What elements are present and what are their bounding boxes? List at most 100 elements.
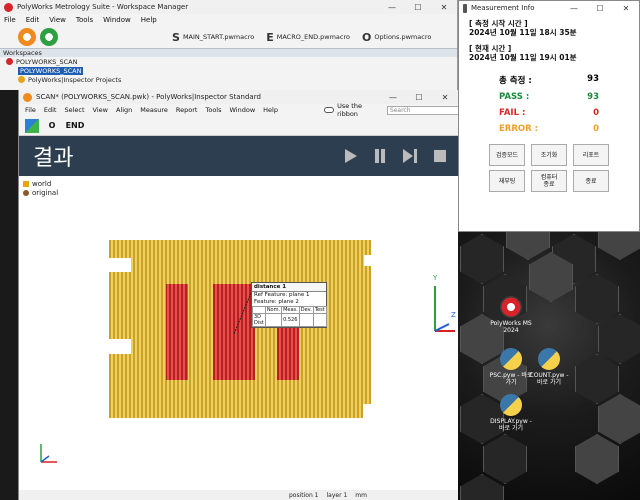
stat-label: FAIL :	[499, 108, 526, 118]
macro-end-button[interactable]: END	[65, 119, 85, 133]
macro-options-button[interactable]: O Options.pwmacro	[362, 31, 431, 44]
table-cell	[264, 313, 283, 327]
menu-tools[interactable]: Tools	[205, 106, 221, 114]
menu-view[interactable]: View	[93, 106, 108, 114]
tooltip-feature: Feature: plane 2	[254, 299, 299, 305]
minimize-icon[interactable]: —	[380, 93, 406, 102]
desktop-icon-label: COUNT.pyw - 바로 가기	[529, 372, 569, 386]
maximize-icon[interactable]: ☐	[587, 4, 613, 13]
close-icon[interactable]: ✕	[613, 4, 639, 13]
inspector-window: SCAN* (POLYWORKS_SCAN.pwk) - PolyWorks|I…	[18, 90, 461, 500]
mi-title: Measurement Info	[471, 4, 535, 12]
exit-button[interactable]: 종료	[573, 170, 609, 192]
python-icon	[500, 348, 522, 370]
mini-axis-triad	[40, 444, 57, 463]
wm-titlebar: PolyWorks Metrology Suite - Workspace Ma…	[0, 0, 457, 14]
search-input[interactable]: Search	[386, 105, 461, 115]
menu-measure[interactable]: Measure	[140, 106, 168, 114]
status-units[interactable]: mm	[355, 492, 367, 499]
stop-icon[interactable]	[432, 148, 448, 164]
menu-view[interactable]: View	[49, 16, 66, 24]
desktop-icon-display[interactable]: DISPLAY.pyw - 바로 가기	[488, 394, 534, 432]
wm-title: PolyWorks Metrology Suite - Workspace Ma…	[17, 3, 189, 11]
shutdown-button[interactable]: 컴퓨터 종료	[531, 170, 567, 192]
menu-select[interactable]: Select	[64, 106, 84, 114]
maximize-icon[interactable]: ☐	[405, 3, 431, 12]
stat-total: 총 측정 : 93	[469, 74, 629, 86]
banner-title: 결과	[33, 146, 74, 171]
table-cell	[312, 313, 327, 327]
desktop-icon-polyworks[interactable]: PolyWorks MS 2024	[488, 296, 534, 334]
scan-red-region	[213, 284, 255, 380]
menu-window[interactable]: Window	[230, 106, 256, 114]
tree-item-label: PolyWorks|Inspector Projects	[28, 75, 122, 84]
status-position[interactable]: position 1	[289, 492, 319, 499]
stat-fail: FAIL : 0	[469, 108, 629, 118]
menu-help[interactable]: Help	[141, 16, 157, 24]
workspaces-panel-header: Workspaces	[0, 48, 457, 57]
stat-pass: PASS : 93	[469, 92, 629, 102]
minimize-icon[interactable]: —	[561, 4, 587, 13]
menu-window[interactable]: Window	[103, 16, 131, 24]
close-icon[interactable]: ✕	[431, 3, 457, 12]
stat-label: 총 측정 :	[499, 76, 532, 86]
current-time-label: [ 현재 시간 ]	[469, 44, 512, 53]
table-header	[252, 306, 266, 314]
python-icon	[500, 394, 522, 416]
play-icon[interactable]	[342, 148, 358, 164]
modeler-launch-icon[interactable]	[40, 28, 58, 46]
table-cell: 0.526	[281, 313, 300, 327]
pause-icon[interactable]	[372, 148, 388, 164]
result-banner: 결과	[19, 136, 458, 176]
status-layer[interactable]: layer 1	[327, 492, 348, 499]
ribbon-toggle[interactable]	[323, 107, 335, 113]
mi-titlebar: Measurement Info — ☐ ✕	[459, 1, 639, 15]
inspector-statusbar: position 1 layer 1 mm	[19, 490, 459, 500]
start-time-label: [ 측정 시작 시간 ]	[469, 19, 528, 28]
inspector-title: SCAN* (POLYWORKS_SCAN.pwk) - PolyWorks|I…	[36, 93, 261, 101]
menu-report[interactable]: Report	[176, 106, 198, 114]
inspector-launch-icon[interactable]	[18, 28, 36, 46]
current-time-value: 2024년 10월 11일 19시 01분	[469, 53, 577, 62]
menu-tools[interactable]: Tools	[76, 16, 93, 24]
reset-button[interactable]: 조기화	[531, 144, 567, 166]
mi-button-grid: 검증모드 조기화 리포트 재부팅 컴퓨터 종료 종료	[469, 144, 629, 192]
step-forward-icon[interactable]	[402, 148, 418, 164]
maximize-icon[interactable]: ☐	[406, 93, 432, 102]
desktop-icon-label: DISPLAY.pyw - 바로 가기	[490, 418, 532, 432]
macro-end-button[interactable]: E MACRO_END.pwmacro	[266, 31, 350, 44]
menu-edit[interactable]: Edit	[44, 106, 57, 114]
inspector-menubar: File Edit Select View Align Measure Repo…	[19, 102, 461, 118]
table-header: Nom.	[264, 306, 283, 314]
macro-main-start-button[interactable]: S MAIN_START.pwmacro	[172, 31, 254, 44]
scan-part-render: Y Z	[40, 240, 456, 463]
tree-item-projects[interactable]: PolyWorks|Inspector Projects	[0, 75, 457, 84]
macro-label: MAIN_START.pwmacro	[182, 33, 255, 41]
menu-file[interactable]: File	[4, 16, 16, 24]
desktop-icon-count[interactable]: COUNT.pyw - 바로 가기	[526, 348, 572, 386]
reboot-button[interactable]: 재부팅	[489, 170, 525, 192]
tree-item-workspace[interactable]: POLYWORKS_SCAN	[0, 57, 457, 66]
3d-viewport[interactable]: world original Y Z distance 1 Ref Featur…	[19, 176, 458, 490]
tree-item-selected[interactable]: POLYWORKS_SCAN	[0, 66, 457, 75]
menu-help[interactable]: Help	[263, 106, 278, 114]
table-header: Dev.	[298, 306, 314, 314]
minimize-icon[interactable]: —	[379, 3, 405, 12]
tooltip-title: distance 1	[252, 283, 326, 292]
menu-align[interactable]: Align	[116, 106, 132, 114]
python-icon	[538, 348, 560, 370]
menu-file[interactable]: File	[25, 106, 36, 114]
tree-view-icon[interactable]	[25, 118, 39, 133]
menu-edit[interactable]: Edit	[26, 16, 40, 24]
scan-red-region	[166, 284, 188, 380]
stat-value: 0	[593, 124, 599, 134]
ribbon-label: Use the ribbon	[337, 102, 362, 118]
folder-icon	[18, 76, 25, 83]
tree-item-label: POLYWORKS_SCAN	[16, 57, 78, 66]
report-button[interactable]: 리포트	[573, 144, 609, 166]
close-icon[interactable]: ✕	[432, 93, 458, 102]
table-cell	[298, 313, 314, 327]
wm-menubar: File Edit View Tools Window Help	[0, 14, 457, 26]
verify-mode-button[interactable]: 검증모드	[489, 144, 525, 166]
macro-o-button[interactable]: O	[45, 119, 59, 133]
